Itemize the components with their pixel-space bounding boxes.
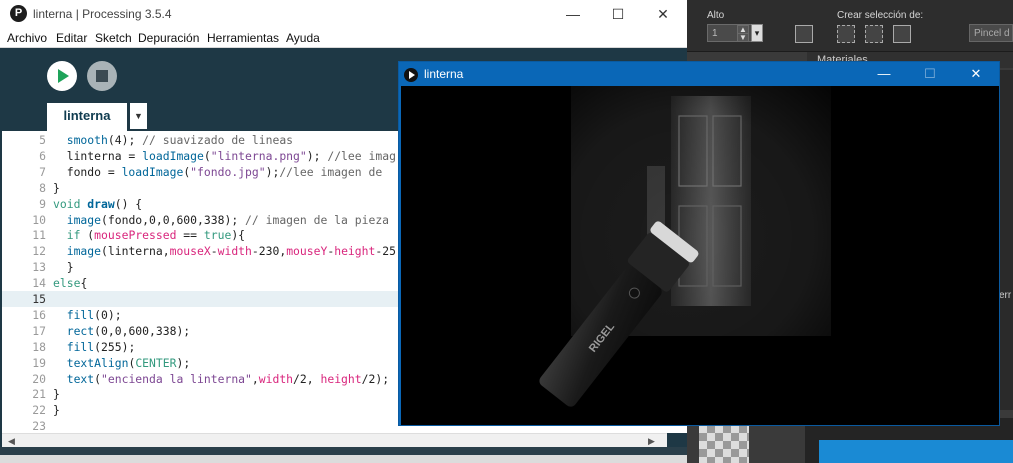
status-bar bbox=[0, 455, 687, 463]
sketch-minimize-button[interactable]: — bbox=[861, 64, 907, 84]
alto-spin-down-button[interactable]: ▼ bbox=[737, 33, 749, 42]
layer-edge-text: err bbox=[999, 290, 1012, 301]
code-text[interactable]: image(linterna,mouseX-width-230,mouseY-h… bbox=[53, 243, 396, 259]
transparency-swatch bbox=[699, 425, 749, 463]
sketch-window: linterna — ☐ ✕ RIGEL bbox=[398, 61, 1000, 426]
line-number: 7 bbox=[39, 164, 46, 179]
menu-editar[interactable]: Editar bbox=[56, 31, 87, 45]
sketch-window-title: linterna bbox=[424, 67, 464, 81]
sketch-titlebar: linterna — ☐ ✕ bbox=[399, 62, 999, 86]
menu-depuracion[interactable]: Depuración bbox=[138, 31, 199, 45]
code-text[interactable]: } bbox=[53, 259, 74, 275]
crear-seleccion-label: Crear selección de: bbox=[837, 10, 924, 21]
line-number: 16 bbox=[32, 307, 46, 322]
run-button[interactable] bbox=[47, 61, 77, 91]
menu-sketch[interactable]: Sketch bbox=[95, 31, 132, 45]
code-text[interactable]: rect(0,0,600,338); bbox=[53, 323, 190, 339]
code-text[interactable]: if (mousePressed == true){ bbox=[53, 227, 245, 243]
menu-herramientas[interactable]: Herramientas bbox=[207, 31, 279, 45]
selection-tool-icon[interactable] bbox=[795, 25, 813, 43]
menu-ayuda[interactable]: Ayuda bbox=[286, 31, 320, 45]
alto-label: Alto bbox=[707, 10, 725, 21]
code-text[interactable]: fondo = loadImage("fondo.jpg");//lee ima… bbox=[53, 164, 383, 180]
line-number: 12 bbox=[32, 244, 46, 259]
line-number: 13 bbox=[32, 260, 46, 275]
side-strip bbox=[999, 70, 1013, 410]
select-ellipse-icon[interactable] bbox=[865, 25, 883, 43]
code-text[interactable]: image(fondo,0,0,600,338); // imagen de l… bbox=[53, 212, 389, 228]
line-number: 11 bbox=[32, 228, 46, 243]
processing-run-icon bbox=[404, 68, 418, 82]
line-number: 14 bbox=[32, 276, 46, 291]
line-number: 18 bbox=[32, 339, 46, 354]
alto-input[interactable]: 1 bbox=[707, 24, 757, 42]
tab-menu-arrow-icon[interactable]: ▼ bbox=[130, 103, 147, 129]
horizontal-scrollbar[interactable]: ◀ ▶ bbox=[2, 433, 667, 447]
code-text[interactable]: } bbox=[53, 402, 60, 418]
selected-layer[interactable] bbox=[819, 440, 1013, 463]
line-number: 21 bbox=[32, 387, 46, 402]
tab-linterna[interactable]: linterna bbox=[47, 103, 127, 131]
code-text[interactable]: } bbox=[53, 180, 60, 196]
ide-menubar: Archivo Editar Sketch Depuración Herrami… bbox=[0, 28, 687, 48]
line-number: 15 bbox=[32, 292, 46, 306]
ide-minimize-button[interactable]: — bbox=[550, 4, 596, 24]
ide-window-title: linterna | Processing 3.5.4 bbox=[33, 7, 172, 21]
line-number: 17 bbox=[32, 323, 46, 338]
pincel-dropdown[interactable]: Pincel d bbox=[969, 24, 1013, 42]
line-number: 10 bbox=[32, 212, 46, 227]
code-text[interactable]: else{ bbox=[53, 275, 87, 291]
code-text[interactable]: text("encienda la linterna",width/2, hei… bbox=[53, 371, 389, 387]
scroll-right-icon[interactable]: ▶ bbox=[648, 436, 655, 447]
select-all-icon[interactable] bbox=[893, 25, 911, 43]
ide-titlebar: P linterna | Processing 3.5.4 — ☐ ✕ bbox=[0, 0, 687, 28]
line-number: 6 bbox=[39, 148, 46, 163]
code-text[interactable]: linterna = loadImage("linterna.png"); //… bbox=[53, 148, 396, 164]
line-number: 9 bbox=[39, 196, 46, 211]
processing-logo-icon: P bbox=[10, 5, 27, 22]
sketch-close-button[interactable]: ✕ bbox=[953, 64, 999, 84]
line-number: 5 bbox=[39, 133, 46, 147]
line-number: 19 bbox=[32, 355, 46, 370]
code-text[interactable]: void draw() { bbox=[53, 196, 142, 212]
code-text[interactable]: fill(255); bbox=[53, 339, 136, 355]
line-number: 8 bbox=[39, 180, 46, 195]
ide-close-button[interactable]: ✕ bbox=[640, 4, 686, 24]
scroll-left-icon[interactable]: ◀ bbox=[8, 436, 15, 447]
line-number: 20 bbox=[32, 371, 46, 386]
line-number: 23 bbox=[32, 419, 46, 433]
select-rect-icon[interactable] bbox=[837, 25, 855, 43]
sketch-render: RIGEL bbox=[401, 86, 999, 425]
sketch-maximize-button[interactable]: ☐ bbox=[907, 64, 953, 84]
line-number: 22 bbox=[32, 403, 46, 418]
menu-archivo[interactable]: Archivo bbox=[7, 31, 47, 45]
stop-button[interactable] bbox=[87, 61, 117, 91]
code-text[interactable]: } bbox=[53, 386, 60, 402]
code-text[interactable]: textAlign(CENTER); bbox=[53, 355, 190, 371]
alto-dropdown-button[interactable]: ▾ bbox=[751, 24, 763, 42]
code-text[interactable]: smooth(4); // suavizado de lineas bbox=[53, 132, 293, 148]
code-text[interactable]: fill(0); bbox=[53, 307, 122, 323]
sketch-canvas[interactable]: RIGEL bbox=[401, 86, 999, 425]
ide-maximize-button[interactable]: ☐ bbox=[595, 4, 641, 24]
